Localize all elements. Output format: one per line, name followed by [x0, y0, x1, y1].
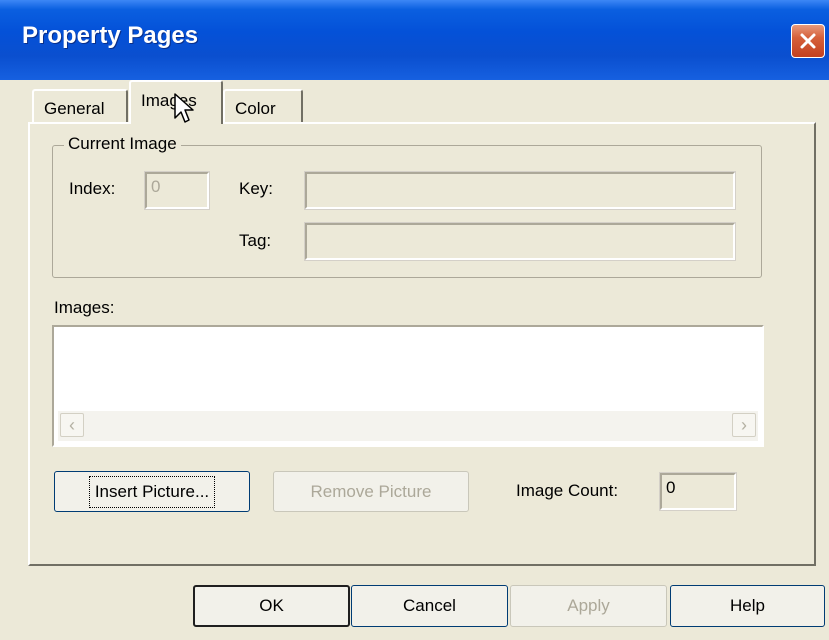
- index-value: 0: [151, 177, 161, 196]
- key-field[interactable]: [304, 171, 736, 210]
- image-count-value: 0: [666, 478, 676, 497]
- window-title: Property Pages: [22, 22, 199, 49]
- help-label: Help: [730, 596, 765, 615]
- help-button[interactable]: Help: [670, 585, 825, 627]
- images-listview[interactable]: ‹ ›: [52, 325, 764, 447]
- apply-label: Apply: [567, 596, 610, 615]
- ok-button[interactable]: OK: [193, 585, 350, 627]
- tab-general-label: General: [44, 99, 105, 118]
- tab-color-label: Color: [235, 99, 276, 118]
- tab-general[interactable]: General: [32, 89, 128, 122]
- cancel-label: Cancel: [403, 596, 456, 615]
- image-count-label: Image Count:: [516, 481, 619, 500]
- image-count-field: 0: [659, 472, 737, 511]
- images-horizontal-scrollbar[interactable]: ‹ ›: [58, 411, 758, 441]
- tab-color[interactable]: Color: [223, 89, 303, 122]
- apply-button[interactable]: Apply: [510, 585, 667, 627]
- close-icon: [800, 33, 816, 49]
- chevron-left-icon: ‹: [69, 415, 75, 435]
- remove-picture-button[interactable]: Remove Picture: [273, 471, 469, 512]
- index-label: Index:: [69, 179, 116, 198]
- scroll-right-button[interactable]: ›: [732, 413, 756, 437]
- index-field: 0: [144, 171, 210, 210]
- insert-picture-label: Insert Picture...: [88, 476, 216, 508]
- key-label: Key:: [239, 179, 274, 198]
- scroll-left-button[interactable]: ‹: [60, 413, 84, 437]
- cancel-button[interactable]: Cancel: [351, 585, 508, 627]
- title-bar[interactable]: Property Pages: [0, 0, 829, 80]
- mouse-pointer-icon: [174, 93, 194, 123]
- close-button[interactable]: [791, 24, 825, 58]
- current-image-group-title: Current Image: [64, 134, 181, 154]
- insert-picture-button[interactable]: Insert Picture...: [54, 471, 250, 512]
- images-label: Images:: [54, 298, 115, 317]
- tag-field[interactable]: [304, 222, 736, 261]
- tag-label: Tag:: [239, 231, 272, 250]
- ok-label: OK: [259, 596, 284, 615]
- remove-picture-label: Remove Picture: [310, 482, 432, 501]
- chevron-right-icon: ›: [741, 415, 747, 435]
